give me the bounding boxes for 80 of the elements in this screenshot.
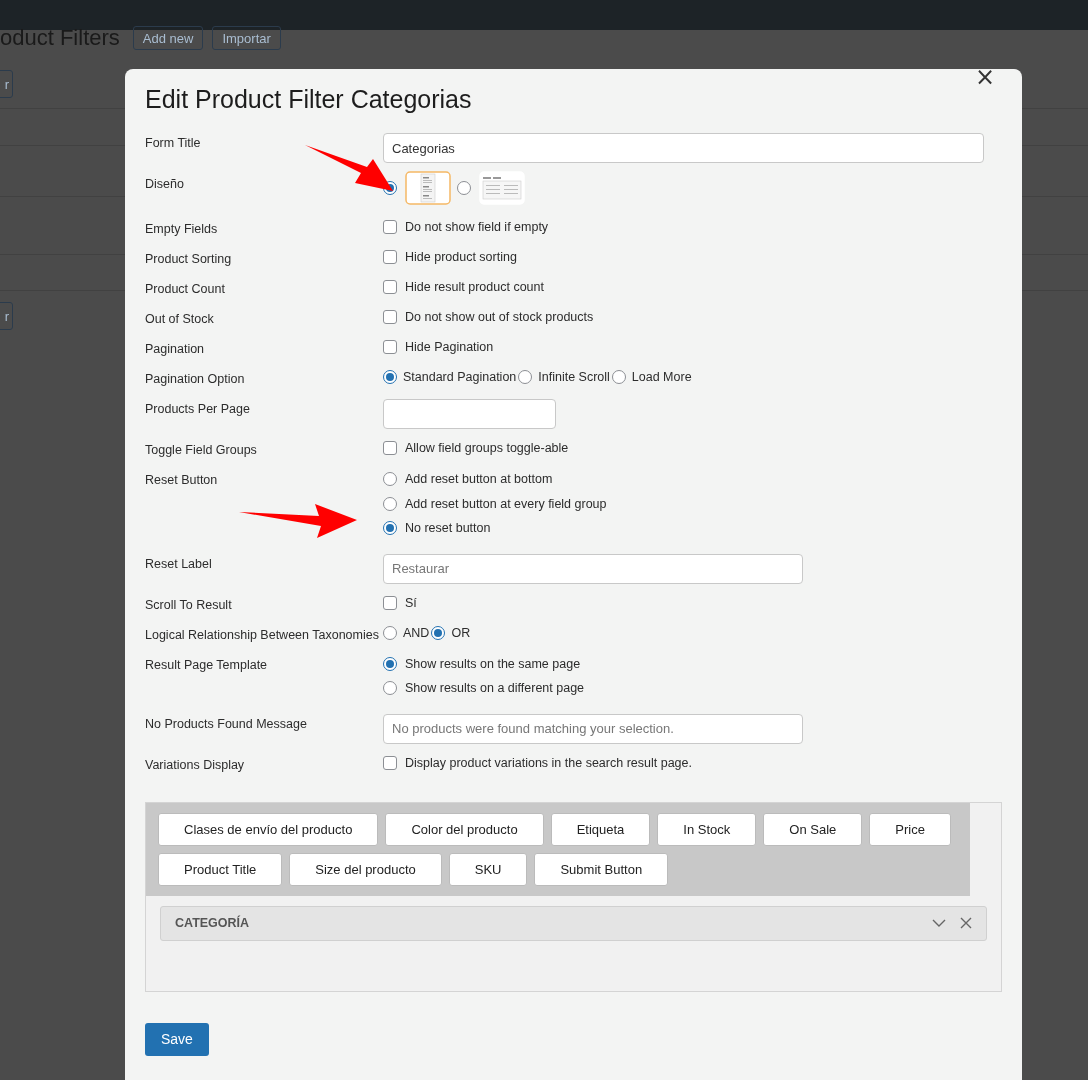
- field-label: Reset Label: [145, 555, 213, 571]
- radio-label: Show results on the same page: [405, 656, 581, 671]
- field-label: Empty Fields: [145, 221, 219, 236]
- field-chip[interactable]: Product Title: [158, 852, 283, 886]
- radio-label: OR: [451, 625, 471, 640]
- field-label: Result Page Template: [145, 656, 269, 672]
- checkbox[interactable]: [383, 250, 397, 264]
- field-chip[interactable]: Size del producto: [289, 852, 442, 886]
- radio-button[interactable]: [383, 656, 397, 671]
- modal-title: Edit Product Filter Categorias: [145, 85, 473, 114]
- checkbox[interactable]: [383, 595, 397, 610]
- page-button[interactable]: r: [0, 302, 13, 330]
- field-chip[interactable]: Submit Button: [534, 852, 669, 886]
- checkbox-label: Display product variations in the search result page.: [405, 755, 692, 770]
- text-field[interactable]: Categorias: [383, 133, 984, 163]
- field-label: Toggle Field Groups: [145, 442, 258, 457]
- text-field[interactable]: [383, 399, 556, 429]
- radio-button[interactable]: [457, 181, 471, 195]
- radio-button[interactable]: [611, 370, 626, 384]
- page-button[interactable]: Add new: [132, 26, 204, 50]
- field-label: Product Count: [145, 281, 226, 296]
- checkbox-label: Sí: [405, 595, 417, 610]
- checkbox[interactable]: [383, 220, 397, 234]
- field-group-title: CATEGORÍA: [175, 916, 251, 930]
- field-chip[interactable]: Etiqueta: [550, 812, 651, 846]
- field-label: Variations Display: [145, 756, 246, 772]
- text-field[interactable]: Restaurar: [383, 553, 803, 584]
- close-icon[interactable]: [960, 917, 972, 929]
- field-label: Out of Stock: [145, 311, 215, 326]
- field-label: No Products Found Message: [145, 715, 308, 731]
- field-label: Scroll To Result: [145, 596, 233, 612]
- radio-label: Standard Pagination: [403, 370, 517, 384]
- checkbox-label: Do not show field if empty: [405, 220, 549, 234]
- field-label: Products Per Page: [145, 401, 251, 416]
- checkbox[interactable]: [383, 280, 397, 294]
- checkbox[interactable]: [383, 310, 397, 324]
- radio-button[interactable]: [383, 681, 397, 696]
- radio-label: Add reset button at bottom: [405, 472, 553, 487]
- field-label: Diseño: [145, 176, 185, 191]
- page-button[interactable]: r: [0, 70, 13, 98]
- chevron-down-icon[interactable]: [932, 918, 946, 928]
- radio-button[interactable]: [383, 521, 397, 536]
- single-column-layout-icon[interactable]: [405, 171, 451, 205]
- save-button[interactable]: Save: [145, 1022, 209, 1056]
- radio-button[interactable]: [383, 370, 397, 384]
- checkbox[interactable]: [383, 340, 397, 354]
- radio-button[interactable]: [383, 625, 397, 640]
- field-label: Reset Button: [145, 472, 219, 487]
- page-button[interactable]: Importar: [212, 26, 281, 50]
- field-chip[interactable]: Price: [869, 812, 951, 846]
- checkbox-label: Hide product sorting: [405, 250, 517, 264]
- field-chip[interactable]: SKU: [448, 852, 528, 886]
- field-chip[interactable]: In Stock: [657, 812, 757, 846]
- checkbox[interactable]: [383, 441, 397, 455]
- radio-label: Show results on a different page: [405, 681, 585, 696]
- field-label: Form Title: [145, 135, 202, 150]
- field-chip[interactable]: On Sale: [763, 812, 863, 846]
- radio-button[interactable]: [431, 625, 446, 640]
- field-label: Product Sorting: [145, 251, 233, 266]
- radio-label: No reset button: [405, 521, 491, 536]
- radio-button[interactable]: [383, 496, 397, 511]
- close-button[interactable]: ×: [974, 63, 995, 91]
- field-label: Pagination: [145, 341, 206, 356]
- field-chip[interactable]: Clases de envío del producto: [158, 812, 379, 846]
- radio-label: Add reset button at every field group: [405, 496, 607, 511]
- checkbox-label: Do not show out of stock products: [405, 310, 594, 324]
- field-label: Logical Relationship Between Taxonomies: [145, 626, 380, 642]
- checkbox-label: Hide Pagination: [405, 340, 494, 354]
- radio-button[interactable]: [383, 472, 397, 487]
- radio-label: Load More: [631, 370, 692, 384]
- radio-label: AND: [403, 625, 430, 640]
- text-field[interactable]: No products were found matching your selection.: [383, 713, 803, 744]
- field-chip[interactable]: Color del producto: [385, 812, 544, 846]
- checkbox[interactable]: [383, 755, 397, 770]
- checkbox-label: Hide result product count: [405, 280, 544, 294]
- two-column-layout-icon[interactable]: [479, 171, 525, 205]
- radio-button[interactable]: [518, 370, 533, 384]
- checkbox-label: Allow field groups toggle-able: [405, 441, 569, 455]
- radio-label: Infinite Scroll: [538, 370, 610, 384]
- field-label: Pagination Option: [145, 371, 246, 386]
